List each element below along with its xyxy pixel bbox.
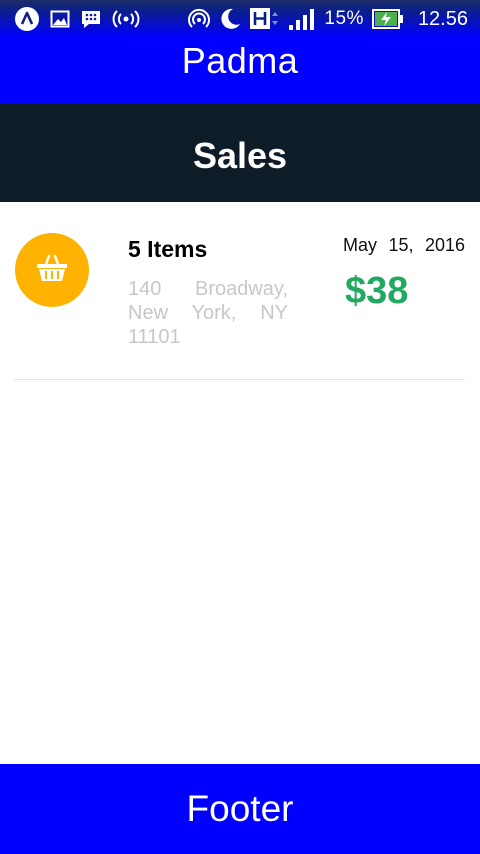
moon-icon [218,6,242,32]
sale-list-item[interactable]: 5 Items 140 Broadway, New York, NY 11101… [14,202,465,380]
app-a-icon [14,6,40,32]
status-bar: 15% 12.56 [0,0,480,38]
clock: 12.56 [417,7,468,30]
section-header: Sales [0,104,480,202]
basket-icon [35,252,69,289]
footer-label: Footer [186,788,294,829]
hotspot-icon [188,6,211,32]
section-title: Sales [192,135,288,176]
sale-address: 140 Broadway, New York, NY 11101 [128,278,288,348]
broadcast-icon [112,6,140,32]
image-icon [50,6,70,32]
app-title: Padma [181,40,299,81]
app-bar: Padma [0,38,480,104]
item-count: 5 Items [128,236,208,262]
signal-icon [288,6,316,32]
battery-percent: 15% [324,8,364,29]
battery-charging-icon [371,6,404,32]
sale-amount: $38 [345,270,409,312]
status-right-icons: 15% 12.56 [188,6,468,32]
h-network-icon [250,6,280,32]
basket-avatar [15,233,89,307]
footer: Footer [0,764,480,854]
status-left-icons [14,6,140,32]
blackberry-icon [80,6,102,32]
sale-date: May 15, 2016 [343,235,465,255]
screen: 15% 12.56 Padma Sales 5 Items 140 Broadw… [0,0,480,854]
